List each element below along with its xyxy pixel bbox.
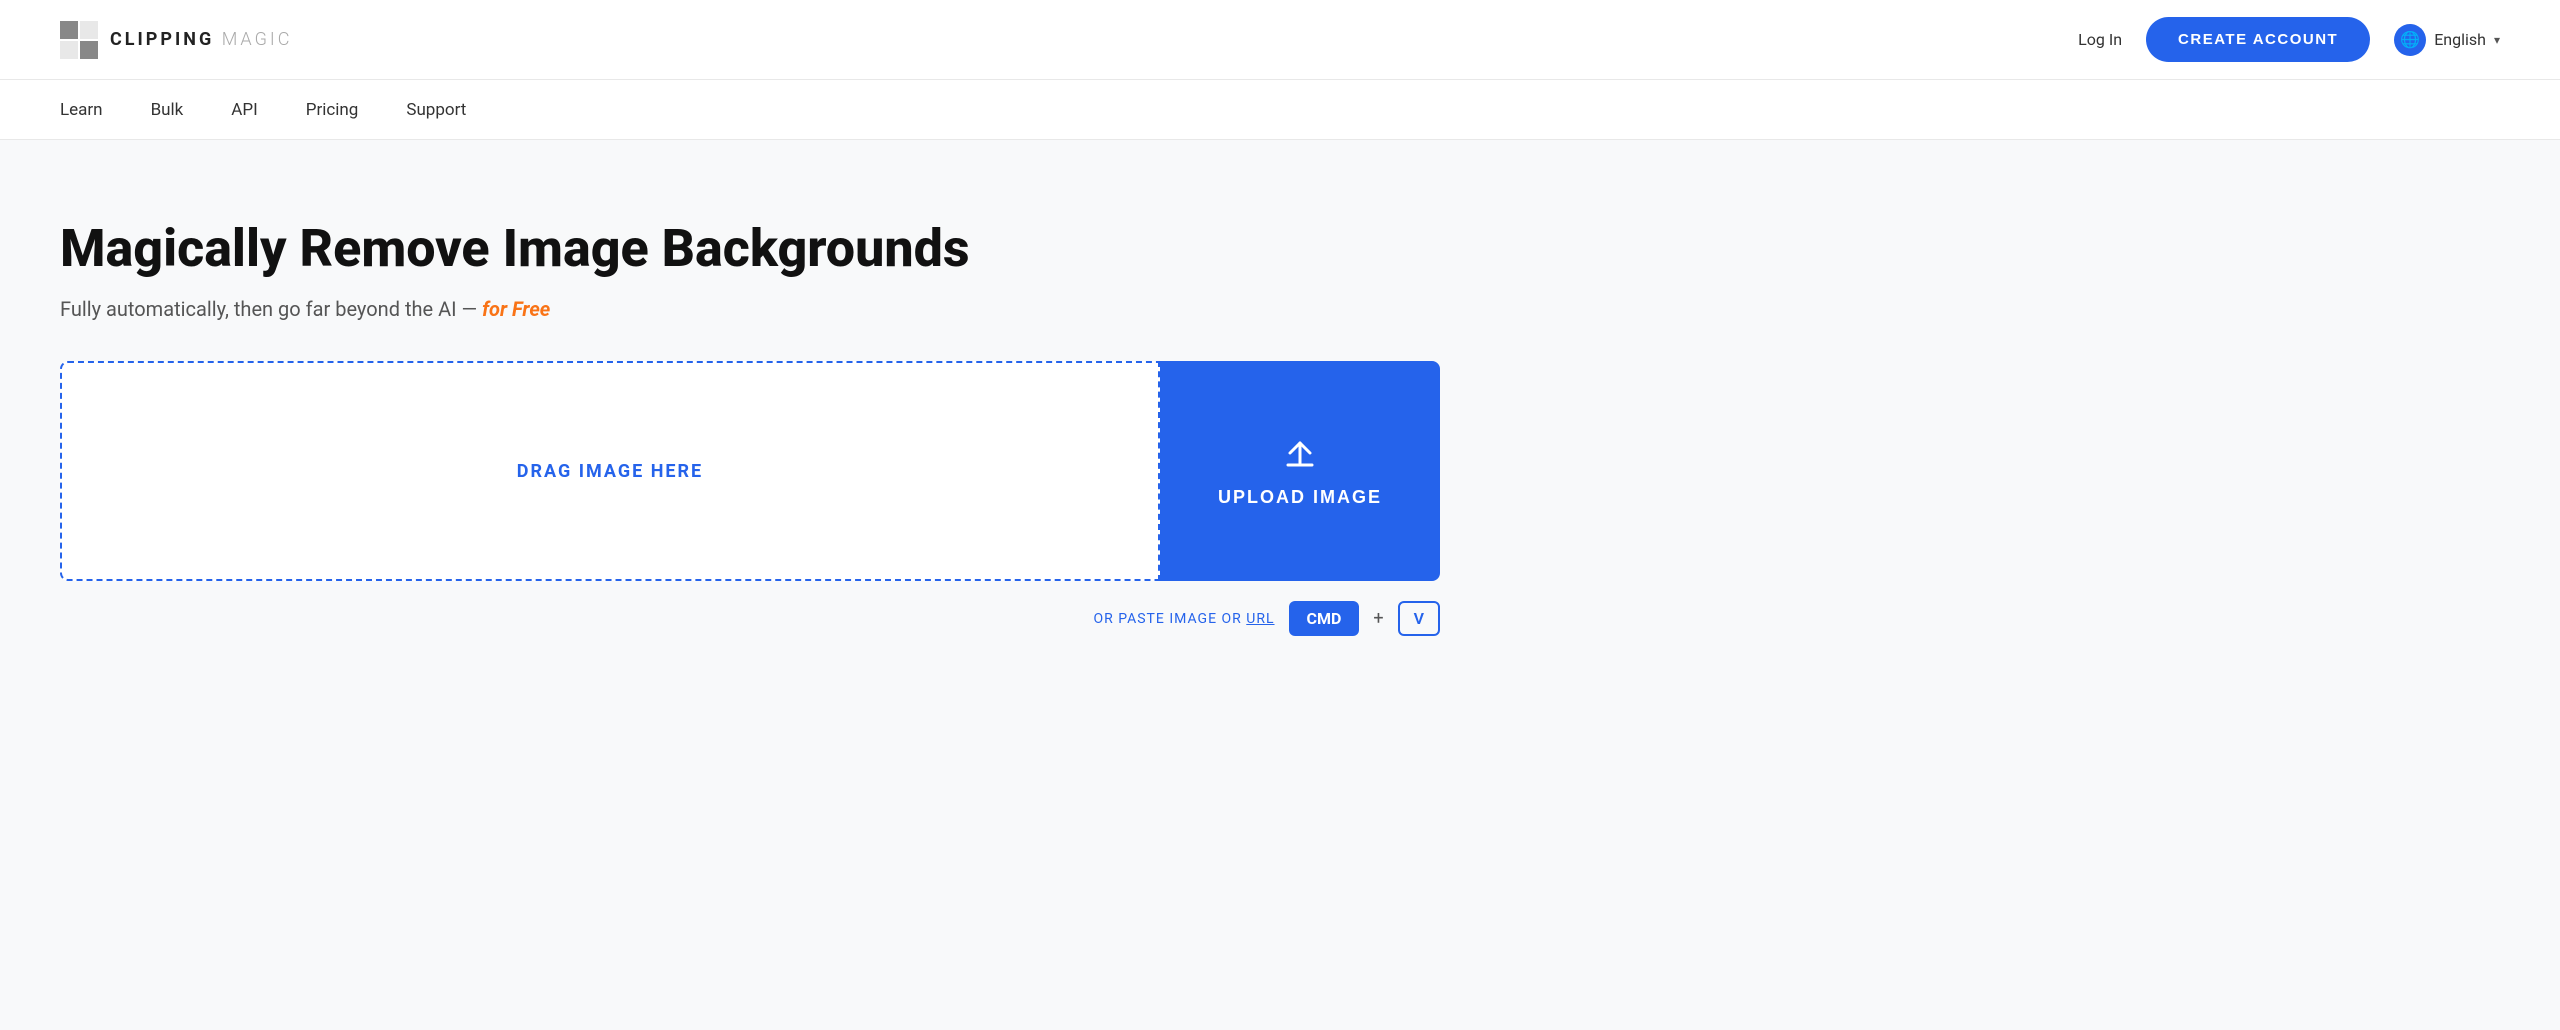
- logo-clipping: CLIPPING: [110, 29, 214, 50]
- paste-url-link[interactable]: URL: [1246, 611, 1274, 627]
- upload-arrow-icon: [1282, 435, 1318, 471]
- v-badge: V: [1398, 601, 1440, 636]
- logo-cell-1: [60, 21, 78, 39]
- cmd-badge: CMD: [1289, 601, 1360, 636]
- plus-icon: +: [1373, 608, 1383, 629]
- drag-drop-label: DRAG IMAGE HERE: [517, 461, 703, 482]
- drag-drop-area[interactable]: DRAG IMAGE HERE: [60, 361, 1160, 581]
- language-label: English: [2434, 30, 2486, 49]
- hero-title: Magically Remove Image Backgrounds: [60, 220, 1440, 277]
- logo-cell-3: [60, 41, 78, 59]
- nav: Learn Bulk API Pricing Support: [0, 80, 2560, 140]
- logo: CLIPPING MAGIC: [60, 21, 292, 59]
- logo-icon: [60, 21, 98, 59]
- create-account-button[interactable]: CREATE ACCOUNT: [2146, 17, 2370, 62]
- nav-item-support[interactable]: Support: [406, 100, 466, 120]
- upload-section: DRAG IMAGE HERE UPLOAD IMAGE: [60, 361, 1440, 581]
- hero-subtitle: Fully automatically, then go far beyond …: [60, 297, 1440, 321]
- paste-text-plain: OR PASTE IMAGE OR: [1093, 611, 1241, 627]
- nav-item-bulk[interactable]: Bulk: [151, 100, 184, 120]
- logo-text: CLIPPING MAGIC: [110, 29, 292, 50]
- header-right: Log In CREATE ACCOUNT 🌐 English ▾: [2078, 17, 2500, 62]
- logo-magic: MAGIC: [222, 29, 293, 50]
- paste-section: OR PASTE IMAGE OR URL CMD + V: [60, 601, 1440, 636]
- globe-icon: 🌐: [2394, 24, 2426, 56]
- nav-item-pricing[interactable]: Pricing: [306, 100, 359, 120]
- hero-subtitle-plain: Fully automatically, then go far beyond …: [60, 297, 477, 321]
- chevron-down-icon: ▾: [2494, 33, 2500, 47]
- nav-item-learn[interactable]: Learn: [60, 100, 103, 120]
- upload-button[interactable]: UPLOAD IMAGE: [1160, 361, 1440, 581]
- paste-text: OR PASTE IMAGE OR URL: [1093, 611, 1274, 627]
- nav-item-api[interactable]: API: [231, 100, 257, 120]
- upload-label: UPLOAD IMAGE: [1218, 487, 1382, 508]
- main-content: Magically Remove Image Backgrounds Fully…: [0, 140, 1500, 696]
- logo-cell-2: [80, 21, 98, 39]
- login-link[interactable]: Log In: [2078, 30, 2122, 49]
- header: CLIPPING MAGIC Log In CREATE ACCOUNT 🌐 E…: [0, 0, 2560, 80]
- hero-subtitle-highlight: for Free: [482, 297, 550, 321]
- logo-cell-4: [80, 41, 98, 59]
- language-selector[interactable]: 🌐 English ▾: [2394, 24, 2500, 56]
